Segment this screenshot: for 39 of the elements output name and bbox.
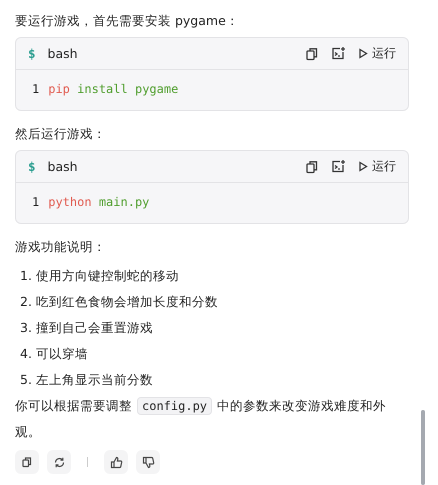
code-line: pip install pygame <box>48 81 178 98</box>
thumbs-up-button[interactable] <box>104 450 128 474</box>
copy-button[interactable] <box>15 450 39 474</box>
list-item-text: 使用方向键控制蛇的移动 <box>36 267 179 285</box>
play-icon <box>358 48 368 59</box>
line-number: 1 <box>32 194 40 211</box>
thumbs-down-button[interactable] <box>136 450 160 474</box>
paragraph: 你可以根据需要调整 config.py 中的参数来改变游戏难度和外观。 <box>15 396 388 441</box>
list-item-text: 吃到红色食物会增加长度和分数 <box>36 293 218 311</box>
scrollbar-thumb[interactable] <box>421 410 425 485</box>
copy-icon[interactable] <box>305 160 319 174</box>
copy-icon <box>21 456 33 468</box>
list-number: 4. <box>20 345 32 363</box>
language-label: bash <box>48 159 78 174</box>
list-item-text: 可以穿墙 <box>36 345 88 363</box>
code-line: python main.py <box>48 194 150 211</box>
list-item-text: 撞到自己会重置游戏 <box>36 319 153 337</box>
regenerate-button[interactable] <box>47 450 71 474</box>
thumbs-up-icon <box>110 456 122 468</box>
thumbs-down-icon <box>142 456 154 468</box>
paragraph: 要运行游戏，首先需要安装 pygame： <box>15 12 240 30</box>
paragraph: 游戏功能说明： <box>15 238 107 256</box>
prompt-symbol: $ <box>28 159 36 174</box>
prompt-symbol: $ <box>28 46 36 61</box>
list-number: 2. <box>20 293 32 311</box>
copy-icon[interactable] <box>305 46 319 60</box>
terminal-plus-icon[interactable] <box>331 46 346 61</box>
terminal-plus-icon[interactable] <box>331 159 346 174</box>
play-icon <box>358 161 368 172</box>
language-label: bash <box>48 46 78 61</box>
run-button[interactable]: 运行 <box>358 45 396 62</box>
run-button[interactable]: 运行 <box>358 158 396 175</box>
list-number: 1. <box>20 267 32 285</box>
list-number: 5. <box>20 371 32 389</box>
paragraph: 然后运行游戏： <box>15 125 107 143</box>
list-item-text: 左上角显示当前分数 <box>36 371 153 389</box>
refresh-icon <box>52 456 66 468</box>
list-number: 3. <box>20 319 32 337</box>
line-number: 1 <box>32 81 40 98</box>
